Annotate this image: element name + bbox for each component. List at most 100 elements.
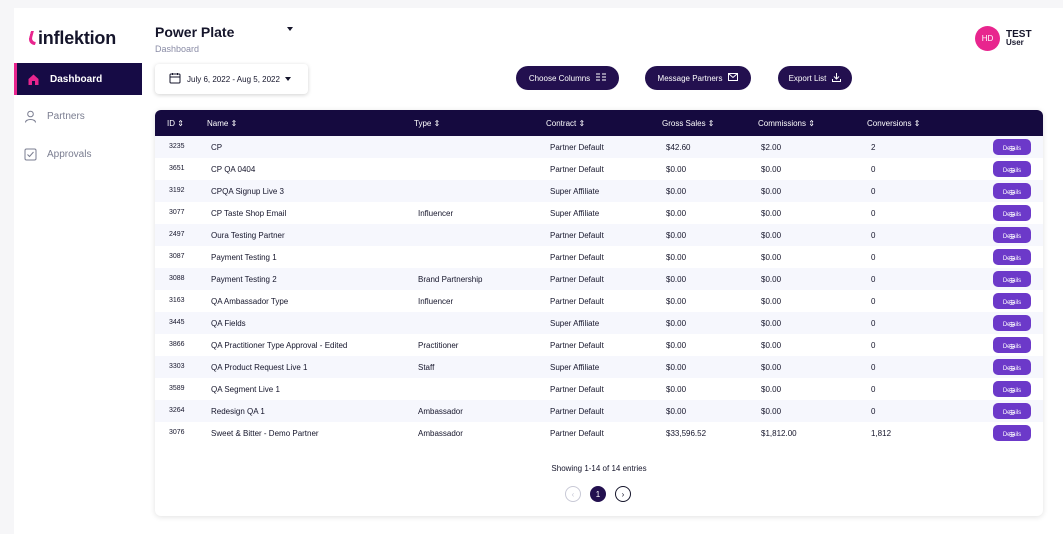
cell-commissions: $0.00	[761, 187, 782, 196]
column-header-id[interactable]: ID ⇕	[167, 119, 184, 128]
cell-name: QA Product Request Live 1	[211, 363, 308, 372]
details-label: Details	[1002, 278, 1022, 284]
export-list-label: Export List	[788, 73, 827, 83]
cell-commissions: $0.00	[761, 319, 782, 328]
sidebar-item-dashboard[interactable]: Dashboard	[14, 63, 142, 95]
details-label: Details	[1002, 344, 1022, 350]
page-button[interactable]: 1	[590, 486, 606, 502]
cell-conversions: 0	[871, 187, 876, 196]
user-name[interactable]: TEST User	[1006, 30, 1032, 47]
cell-id: 3235	[169, 143, 185, 150]
cell-name: Redesign QA 1	[211, 407, 265, 416]
cell-gross-sales: $0.00	[666, 363, 687, 372]
details-button[interactable]: ☰ Details	[993, 227, 1031, 243]
download-icon	[832, 72, 842, 84]
details-label: Details	[1002, 212, 1022, 218]
column-header-commissions[interactable]: Commissions ⇕	[758, 119, 815, 128]
cell-gross-sales: $33,596.52	[666, 429, 707, 438]
cell-name: Payment Testing 1	[211, 253, 277, 262]
cell-contract: Super Affiliate	[550, 187, 600, 196]
cell-contract: Partner Default	[550, 231, 604, 240]
partners-table-card: ID ⇕ Name ⇕ Type ⇕ Contract ⇕ Gross Sale…	[155, 110, 1043, 516]
details-button[interactable]: ☰ Details	[993, 183, 1031, 199]
details-button[interactable]: ☰ Details	[993, 403, 1031, 419]
details-button[interactable]: ☰ Details	[993, 337, 1031, 353]
next-page-button[interactable]: ›	[615, 486, 631, 502]
cell-type: Practitioner	[418, 341, 459, 350]
details-label: Details	[1002, 234, 1022, 240]
details-label: Details	[1002, 190, 1022, 196]
date-range-label: July 6, 2022 - Aug 5, 2022	[187, 74, 280, 84]
details-button[interactable]: ☰ Details	[993, 425, 1031, 441]
app-frame: inflektion Dashboard Partners Approvals …	[14, 8, 1063, 534]
cell-conversions: 0	[871, 319, 876, 328]
details-button[interactable]: ☰ Details	[993, 381, 1031, 397]
cell-name: QA Segment Live 1	[211, 385, 280, 394]
cell-gross-sales: $0.00	[666, 319, 687, 328]
column-header-type[interactable]: Type ⇕	[414, 119, 440, 128]
details-button[interactable]: ☰ Details	[993, 161, 1031, 177]
cell-name: QA Ambassador Type	[211, 297, 289, 306]
sidebar-item-label: Dashboard	[50, 73, 103, 85]
export-list-button[interactable]: Export List	[778, 66, 852, 90]
table-row: 3264 Redesign QA 1 Ambassador Partner Defau…	[155, 400, 1043, 422]
cell-conversions: 2	[871, 143, 876, 152]
envelope-icon	[728, 73, 739, 83]
sidebar-item-partners[interactable]: Partners	[14, 100, 142, 132]
cell-id: 3445	[169, 319, 185, 326]
details-button[interactable]: ☰ Details	[993, 359, 1031, 375]
columns-icon	[596, 73, 607, 83]
column-header-gross-sales[interactable]: Gross Sales ⇕	[662, 119, 715, 128]
cell-conversions: 0	[871, 363, 876, 372]
cell-commissions: $0.00	[761, 407, 782, 416]
prev-page-button[interactable]: ‹	[565, 486, 581, 502]
cell-name: CP Taste Shop Email	[211, 209, 287, 218]
cell-commissions: $0.00	[761, 385, 782, 394]
cell-gross-sales: $0.00	[666, 407, 687, 416]
cell-contract: Partner Default	[550, 253, 604, 262]
cell-name: CPQA Signup Live 3	[211, 187, 284, 196]
cell-contract: Partner Default	[550, 275, 604, 284]
choose-columns-button[interactable]: Choose Columns	[516, 66, 619, 90]
cell-commissions: $0.00	[761, 253, 782, 262]
details-button[interactable]: ☰ Details	[993, 315, 1031, 331]
details-button[interactable]: ☰ Details	[993, 205, 1031, 221]
cell-commissions: $0.00	[761, 341, 782, 350]
column-header-contract[interactable]: Contract ⇕	[546, 119, 585, 128]
cell-contract: Partner Default	[550, 165, 604, 174]
date-range-picker[interactable]: July 6, 2022 - Aug 5, 2022	[155, 64, 308, 94]
cell-id: 2497	[169, 231, 185, 238]
details-button[interactable]: ☰ Details	[993, 293, 1031, 309]
details-button[interactable]: ☰ Details	[993, 139, 1031, 155]
program-title[interactable]: Power Plate	[155, 24, 234, 40]
user-last-name: User	[1006, 38, 1024, 47]
cell-gross-sales: $42.60	[666, 143, 691, 152]
message-partners-label: Message Partners	[657, 73, 723, 83]
logo-text: inflektion	[38, 28, 116, 48]
cell-gross-sales: $0.00	[666, 297, 687, 306]
entries-summary: Showing 1-14 of 14 entries	[551, 464, 647, 473]
cell-name: QA Fields	[211, 319, 246, 328]
message-partners-button[interactable]: Message Partners	[645, 66, 751, 90]
cell-conversions: 0	[871, 275, 876, 284]
chevron-down-icon[interactable]	[287, 27, 293, 31]
column-header-name[interactable]: Name ⇕	[207, 119, 237, 128]
table-row: 3651 CP QA 0404 Partner Default $0.00 $0.00 0…	[155, 158, 1043, 180]
details-button[interactable]: ☰ Details	[993, 271, 1031, 287]
table-row: 2497 Oura Testing Partner Partner Default $…	[155, 224, 1043, 246]
cell-id: 3589	[169, 385, 185, 392]
details-button[interactable]: ☰ Details	[993, 249, 1031, 265]
sidebar-item-approvals[interactable]: Approvals	[14, 138, 142, 170]
cell-id: 3088	[169, 275, 185, 282]
cell-name: Oura Testing Partner	[211, 231, 285, 240]
cell-id: 3264	[169, 407, 185, 414]
cell-contract: Super Affiliate	[550, 363, 600, 372]
cell-commissions: $0.00	[761, 209, 782, 218]
cell-conversions: 0	[871, 407, 876, 416]
brand-logo[interactable]: inflektion	[27, 28, 116, 49]
cell-conversions: 0	[871, 385, 876, 394]
avatar[interactable]: HD	[975, 26, 1000, 51]
main-content: Power Plate Dashboard July 6, 2022 - Aug…	[155, 8, 1063, 534]
column-header-conversions[interactable]: Conversions ⇕	[867, 119, 920, 128]
cell-type: Ambassador	[418, 429, 463, 438]
